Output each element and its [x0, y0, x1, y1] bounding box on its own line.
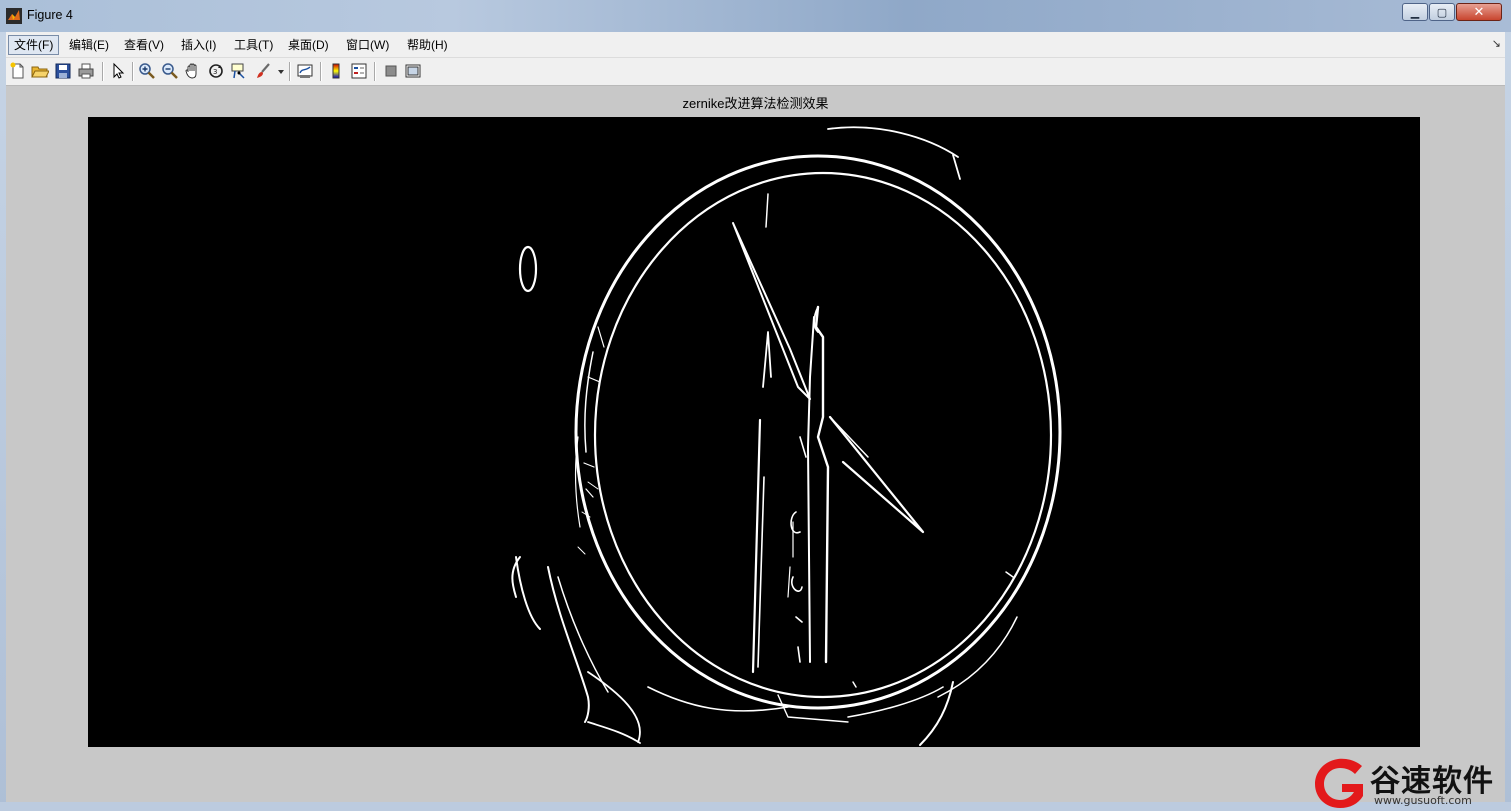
print-icon[interactable]: [77, 62, 95, 80]
edge-detection-image[interactable]: [88, 117, 1420, 747]
toolbar-separator: [289, 62, 291, 81]
window-title: Figure 4: [27, 8, 73, 22]
matlab-logo-icon: [6, 8, 22, 24]
minimize-button[interactable]: ▁: [1402, 3, 1428, 21]
pan-hand-icon[interactable]: [184, 62, 202, 80]
menu-insert[interactable]: 插入(I): [176, 36, 221, 54]
rotate-3d-icon[interactable]: 3: [207, 62, 225, 80]
menu-edit[interactable]: 编辑(E): [64, 36, 114, 54]
menu-tools[interactable]: 工具(T): [229, 36, 278, 54]
open-file-icon[interactable]: [31, 62, 49, 80]
axes-title: zernike改进算法检测效果: [682, 96, 829, 111]
menu-help[interactable]: 帮助(H): [402, 36, 453, 54]
menu-desktop[interactable]: 桌面(D): [283, 36, 334, 54]
maximize-button[interactable]: ▢: [1429, 3, 1455, 21]
toolbar-separator: [374, 62, 376, 81]
zoom-in-icon[interactable]: [138, 62, 156, 80]
figure-canvas: zernike改进算法检测效果: [6, 86, 1505, 802]
menu-view[interactable]: 查看(V): [119, 36, 169, 54]
hide-plot-tools-icon[interactable]: [382, 62, 400, 80]
show-plot-tools-icon[interactable]: [404, 62, 422, 80]
link-plot-icon[interactable]: [296, 62, 314, 80]
menu-window[interactable]: 窗口(W): [341, 36, 394, 54]
toolbar-separator: [132, 62, 134, 81]
caption-buttons: ▁ ▢ ✕: [1401, 3, 1502, 23]
svg-text:3: 3: [213, 68, 217, 76]
gusu-logo-icon: [1315, 758, 1363, 808]
menubar-overflow-arrow[interactable]: ↘: [1492, 37, 1501, 50]
window-bottom-edge: [0, 802, 1511, 811]
brush-dropdown-icon[interactable]: [276, 62, 286, 80]
matlab-figure-window: Figure 4 ▁ ▢ ✕ 文件(F) 编辑(E) 查看(V) 插入(I) 工…: [0, 0, 1511, 811]
toolbar-separator: [320, 62, 322, 81]
new-figure-icon[interactable]: [9, 62, 27, 80]
detected-edges: [511, 126, 1062, 746]
toolbar-separator: [102, 62, 104, 81]
watermark: 谷速软件 www.gusuoft.com: [1310, 756, 1511, 811]
save-icon[interactable]: [54, 62, 72, 80]
pointer-icon[interactable]: [109, 62, 127, 80]
close-button[interactable]: ✕: [1456, 3, 1502, 21]
menu-bar: 文件(F) 编辑(E) 查看(V) 插入(I) 工具(T) 桌面(D) 窗口(W…: [6, 32, 1505, 58]
menu-file[interactable]: 文件(F): [8, 35, 60, 55]
insert-legend-icon[interactable]: [350, 62, 368, 80]
title-bar[interactable]: Figure 4 ▁ ▢ ✕: [0, 0, 1511, 32]
brush-icon[interactable]: [255, 62, 273, 80]
data-cursor-icon[interactable]: [230, 62, 248, 80]
zoom-out-icon[interactable]: [161, 62, 179, 80]
figure-toolbar: 3: [6, 58, 1505, 86]
insert-colorbar-icon[interactable]: [327, 62, 345, 80]
watermark-url: www.gusuoft.com: [1374, 794, 1472, 807]
